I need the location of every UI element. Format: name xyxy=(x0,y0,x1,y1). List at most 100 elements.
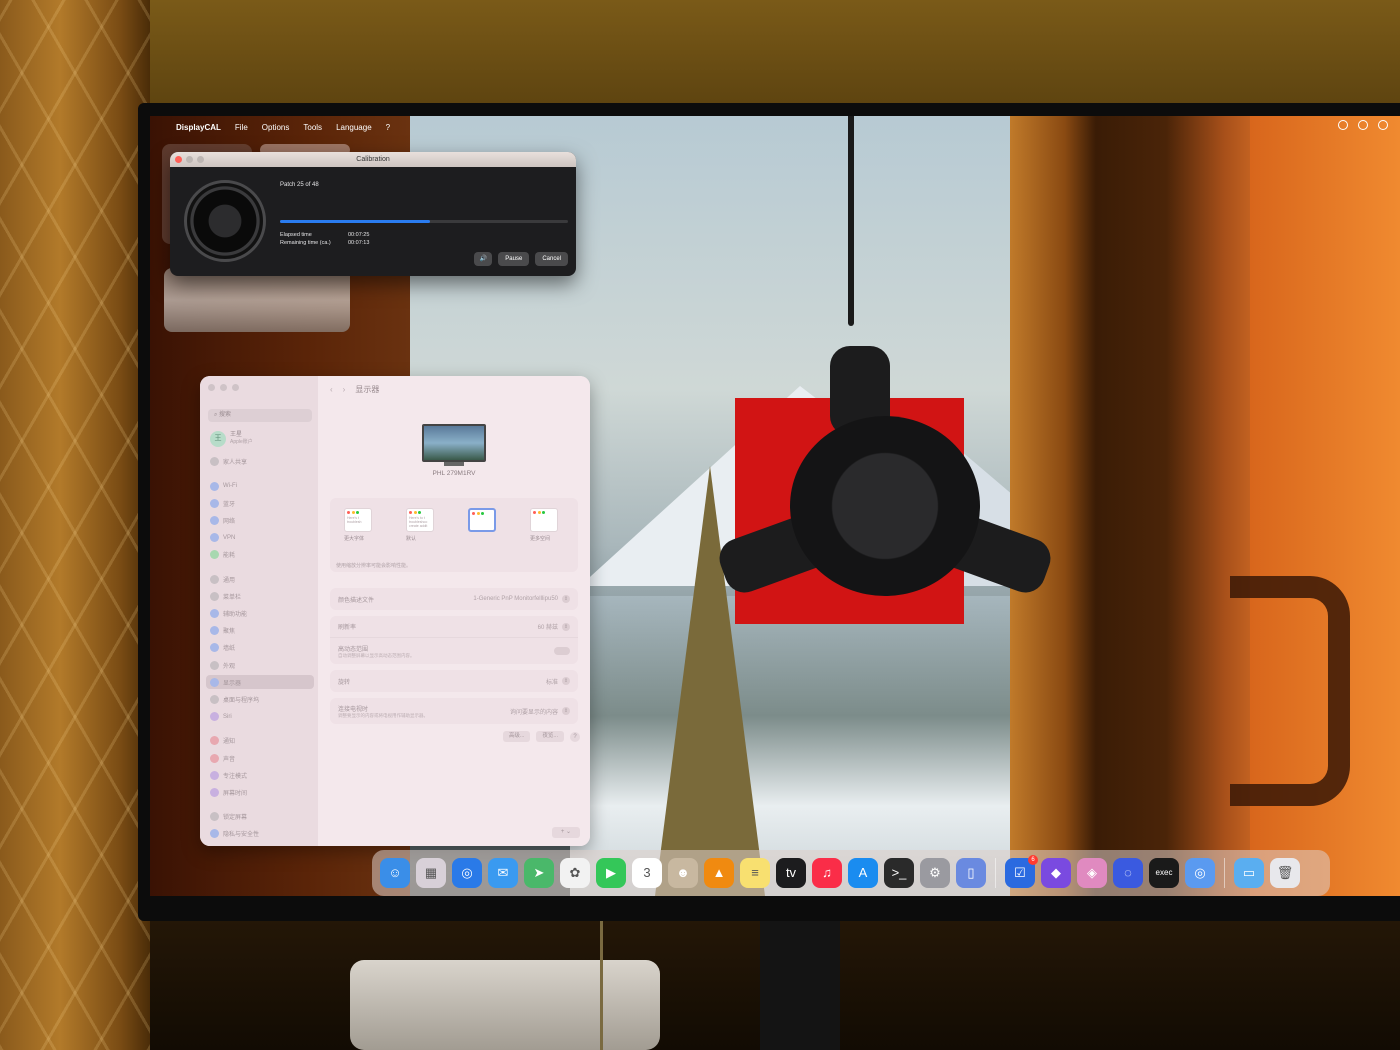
menu-app-name[interactable]: DisplayCAL xyxy=(176,123,221,132)
simulator-icon[interactable]: ▯ xyxy=(956,858,986,888)
menu-options[interactable]: Options xyxy=(262,123,290,132)
desk-cable xyxy=(600,920,603,1050)
things-icon[interactable]: ☑ 6 xyxy=(1005,855,1038,888)
menu-file[interactable]: File xyxy=(235,123,248,132)
vlc-icon[interactable]: ▲ xyxy=(704,858,734,888)
menu-tools[interactable]: Tools xyxy=(303,123,322,132)
sidebar-item[interactable]: 菜单栏 xyxy=(206,589,314,603)
pause-button[interactable]: Pause xyxy=(498,252,530,266)
sidebar-item-family[interactable]: 家人共享 xyxy=(206,454,314,468)
search-input[interactable]: ⌕ 搜索 xyxy=(208,409,312,422)
rotation-row[interactable]: 旋转 标准 ⇕ xyxy=(330,670,578,692)
resolution-note: 使用缩放分辨率可能会影响性能。 xyxy=(336,563,412,569)
finder-icon[interactable]: ☺ xyxy=(380,858,410,888)
sidebar-item[interactable]: 通用 xyxy=(206,572,314,586)
sidebar-item[interactable]: 隐私与安全性 xyxy=(206,827,314,841)
close-button[interactable] xyxy=(175,156,182,163)
maps-icon[interactable]: ➤ xyxy=(524,858,554,888)
sidebar-item-icon xyxy=(210,574,219,584)
night-shift-button[interactable]: 夜览... xyxy=(536,731,564,742)
close-button[interactable] xyxy=(208,384,215,391)
sidebar-item[interactable]: VPN xyxy=(206,531,314,545)
sidebar-item[interactable]: 外观 xyxy=(206,658,314,672)
calibration-titlebar[interactable]: Calibration xyxy=(170,152,576,167)
zoom-button[interactable] xyxy=(197,156,204,163)
monitor-thumbnail[interactable] xyxy=(422,424,486,462)
apple-account[interactable]: 王 王星 Apple账户 xyxy=(210,431,253,447)
color-profile-select[interactable]: 1-Generic PnP Monitorfelllipu50 ⇕ xyxy=(473,595,570,603)
tv-select[interactable]: 询问要显示的内容 ⇕ xyxy=(510,707,570,716)
sidebar-item[interactable]: 声音 xyxy=(206,751,314,765)
resolution-option-more-space[interactable]: 更多空间 xyxy=(530,508,564,542)
app-store-icon[interactable]: A xyxy=(848,858,878,888)
sidebar-item[interactable]: Siri xyxy=(206,710,314,724)
contacts-icon[interactable]: ☻ xyxy=(668,858,698,888)
downloads-folder-icon[interactable]: ▭ xyxy=(1234,858,1264,888)
music-icon[interactable]: ♫ xyxy=(812,858,842,888)
hdr-toggle[interactable] xyxy=(554,647,570,655)
trash-icon[interactable]: 🗑 xyxy=(1270,858,1300,888)
notes-icon[interactable]: ≡ xyxy=(740,858,770,888)
sidebar-item[interactable]: 网络 xyxy=(206,513,314,527)
sidebar-item[interactable]: 桌面与程序坞 xyxy=(206,692,314,706)
tv-row[interactable]: 连接电视时 调整要显示的内容或将电视用作辅助显示器。 询问要显示的内容 ⇕ xyxy=(330,698,578,724)
resolution-option-selected[interactable] xyxy=(468,508,502,535)
sidebar-item-icon xyxy=(210,829,219,839)
status-icon[interactable] xyxy=(1338,120,1348,130)
refresh-row[interactable]: 刷新率 60 赫兹 ⇕ xyxy=(330,616,578,638)
minimize-button[interactable] xyxy=(220,384,227,391)
sidebar-item[interactable]: 能耗 xyxy=(206,548,314,562)
advanced-button[interactable]: 高级... xyxy=(502,731,531,742)
sidebar-item[interactable]: 屏幕时间 xyxy=(206,785,314,799)
menu-language[interactable]: Language xyxy=(336,123,372,132)
cancel-button[interactable]: Cancel xyxy=(535,252,568,266)
exec-icon[interactable]: exec xyxy=(1149,858,1179,888)
speaker-icon[interactable]: 🔊 xyxy=(474,252,493,266)
user-icon[interactable] xyxy=(1358,120,1368,130)
terminal-icon[interactable]: >_ xyxy=(884,858,914,888)
sidebar-item[interactable]: 显示器 xyxy=(206,675,314,690)
sidebar-item-label: 蓝牙 xyxy=(223,501,236,508)
zoom-button[interactable] xyxy=(232,384,239,391)
add-display-button[interactable]: + ⌄ xyxy=(552,827,580,838)
tv-icon[interactable]: tv xyxy=(776,858,806,888)
sidebar-item[interactable]: 通知 xyxy=(206,734,314,748)
sidebar-item[interactable]: 锁定屏幕 xyxy=(206,810,314,824)
input-source-icon[interactable] xyxy=(1378,120,1388,130)
account-text: 王星 Apple账户 xyxy=(230,432,253,446)
safari-icon[interactable]: ◎ xyxy=(452,858,482,888)
curtain xyxy=(0,0,150,1050)
system-settings-icon[interactable]: ⚙ xyxy=(920,858,950,888)
calibration-title: Calibration xyxy=(356,156,390,163)
forward-icon[interactable]: › xyxy=(343,385,346,394)
color-profile-card: 颜色描述文件 1-Generic PnP Monitorfelllipu50 ⇕ xyxy=(330,588,578,610)
help-button[interactable]: ? xyxy=(570,731,580,742)
menu-status-area xyxy=(1338,120,1388,130)
sidebar-item-label: 聚焦 xyxy=(223,629,236,636)
launchpad-icon[interactable]: ▦ xyxy=(416,858,446,888)
craft-icon[interactable]: ◈ xyxy=(1077,858,1107,888)
video-thumbnail-window[interactable] xyxy=(164,268,350,332)
photos-icon[interactable]: ✿ xyxy=(560,858,590,888)
sidebar-item[interactable]: 墙纸 xyxy=(206,641,314,655)
back-icon[interactable]: ‹ xyxy=(330,385,333,394)
color-profile-row[interactable]: 颜色描述文件 1-Generic PnP Monitorfelllipu50 ⇕ xyxy=(330,588,578,610)
arc-icon[interactable]: ◌ xyxy=(1113,858,1143,888)
sidebar-item[interactable]: 蓝牙 xyxy=(206,496,314,510)
rotation-select[interactable]: 标准 ⇕ xyxy=(546,677,570,686)
facetime-icon[interactable]: ▶ xyxy=(596,858,626,888)
minimize-button[interactable] xyxy=(186,156,193,163)
sidebar-item[interactable]: 辅助功能 xyxy=(206,606,314,620)
sidebar-item[interactable]: 聚焦 xyxy=(206,624,314,638)
safari-tech-icon[interactable]: ◎ xyxy=(1185,858,1215,888)
resolution-option-larger[interactable]: Here's t troublesh 更大字体 xyxy=(344,508,378,542)
sidebar-item[interactable]: Wi-Fi xyxy=(206,479,314,493)
sidebar-item[interactable]: 专注模式 xyxy=(206,768,314,782)
resolution-option-default[interactable]: Here's to t troubleshoo create addit 默认 xyxy=(406,508,440,542)
obsidian-icon[interactable]: ◆ xyxy=(1041,858,1071,888)
mail-icon[interactable]: ✉ xyxy=(488,858,518,888)
menu-help[interactable]: ? xyxy=(386,123,390,132)
calendar-icon[interactable]: 3 xyxy=(632,858,662,888)
resolution-card: Here's t troublesh 更大字体 Here's to t trou… xyxy=(330,498,578,572)
refresh-select[interactable]: 60 赫兹 ⇕ xyxy=(538,622,570,631)
